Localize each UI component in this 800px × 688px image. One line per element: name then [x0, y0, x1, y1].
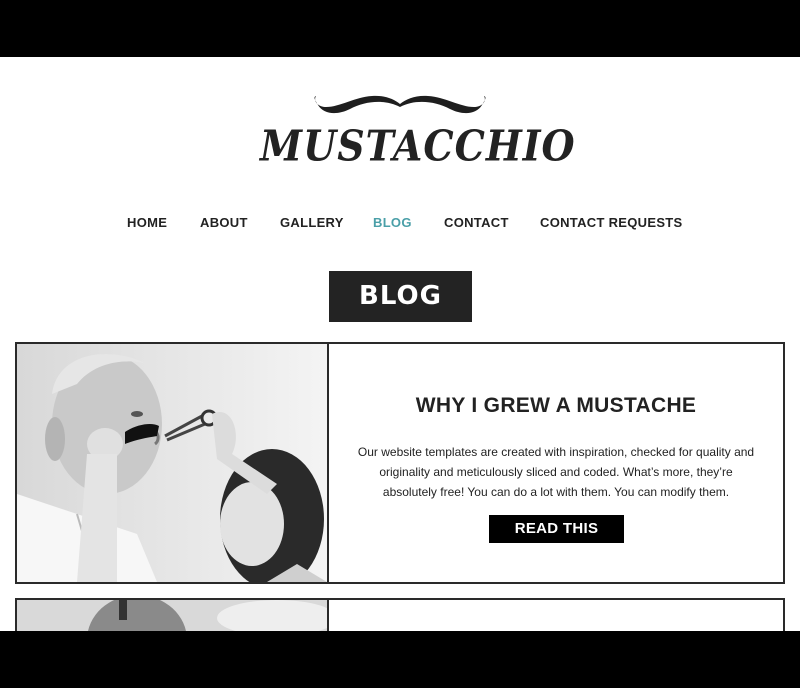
main-nav: HOME ABOUT GALLERY BLOG CONTACT CONTACT … — [0, 215, 800, 235]
post-title[interactable]: WHY I GREW A MUSTACHE — [329, 394, 783, 418]
post-image-2 — [17, 600, 329, 631]
blog-post-card-2 — [15, 598, 785, 631]
blog-post-card: WHY I GREW A MUSTACHE Our website templa… — [15, 342, 785, 584]
page-title: BLOG — [329, 271, 472, 322]
site-logo[interactable]: MUSTACCHIO — [260, 95, 576, 171]
read-this-button[interactable]: READ THIS — [489, 515, 624, 543]
post-body: WHY I GREW A MUSTACHE Our website templa… — [329, 344, 783, 582]
nav-contact[interactable]: CONTACT — [444, 215, 509, 230]
nav-gallery[interactable]: GALLERY — [280, 215, 344, 230]
nav-contact-requests[interactable]: CONTACT REQUESTS — [540, 215, 683, 230]
post-image — [17, 344, 329, 582]
page: MUSTACCHIO HOME ABOUT GALLERY BLOG CONTA… — [0, 57, 800, 631]
nav-blog[interactable]: BLOG — [373, 215, 412, 230]
nav-home[interactable]: HOME — [127, 215, 167, 230]
logo-text: MUSTACCHIO — [260, 120, 576, 171]
post-excerpt: Our website templates are created with i… — [357, 445, 755, 499]
nav-about[interactable]: ABOUT — [200, 215, 248, 230]
